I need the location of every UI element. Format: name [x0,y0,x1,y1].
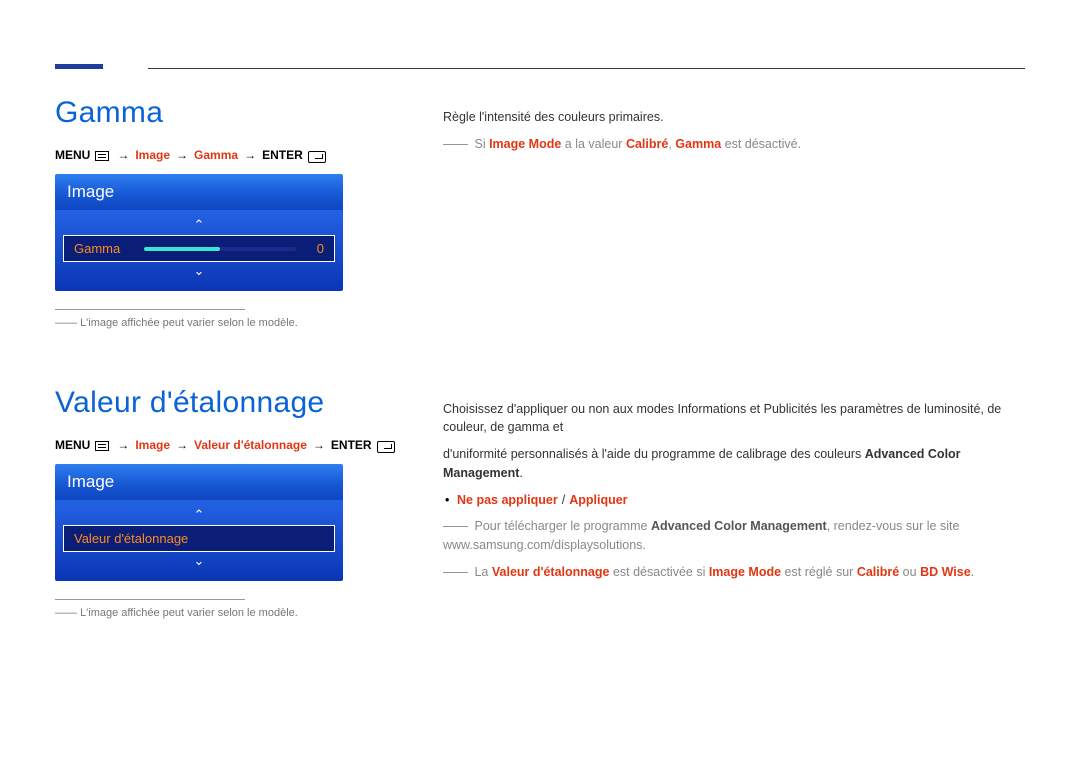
mini-divider [55,599,245,600]
menu-word: MENU [55,438,90,452]
page: Gamma MENU → Image → Gamma → ENTER Image… [0,0,1080,763]
arrow-icon: → [117,438,129,452]
chevron-up-icon[interactable]: ⌃ [63,216,335,235]
menu-icon [95,441,109,451]
apply-options: Ne pas appliquer / Appliquer [443,491,1025,510]
enter-icon [377,441,395,453]
osd-row-label: Valeur d'étalonnage [74,531,188,546]
calibration-right-block: Choisissez d'appliquer ou non aux modes … [443,400,1025,582]
osd-row-gamma[interactable]: Gamma 0 [63,235,335,262]
gamma-description: Règle l'intensité des couleurs primaires… [443,108,1025,127]
image-mode-term: Image Mode [489,137,561,151]
calibre-term: Calibré [857,565,899,579]
calibration-desc-line2: d'uniformité personnalisés à l'aide du p… [443,445,1025,483]
note-dash: ―― [443,519,468,533]
osd-panel-calibration: Image ⌃ Valeur d'étalonnage ⌄ [55,464,343,581]
dis-post: . [971,565,974,579]
path-image: Image [135,148,170,162]
chevron-down-icon[interactable]: ⌄ [63,262,335,281]
note-dash: ―― [443,565,468,579]
accent-bar [55,64,103,69]
menu-path-calibration: MENU → Image → Valeur d'étalonnage → ENT… [55,438,415,452]
note-mid1: a la valeur [561,137,626,151]
option-not-apply: Ne pas appliquer [457,493,558,507]
footnote-text: L'image affichée peut varier selon le mo… [80,317,298,329]
left-column: Gamma MENU → Image → Gamma → ENTER Image… [55,50,415,626]
desc2-pre: d'uniformité personnalisés à l'aide du p… [443,447,865,461]
enter-icon [308,151,326,163]
path-target: Valeur d'étalonnage [194,438,307,452]
note-pre: Si [474,137,489,151]
note-post: est désactivé. [721,137,801,151]
section-title-calibration: Valeur d'étalonnage [55,386,415,420]
menu-icon [95,151,109,161]
enter-word: ENTER [331,438,372,452]
spacer [443,162,1025,400]
dl-url: www.samsung.com/displaysolutions [443,538,642,552]
slider-fill [144,247,220,251]
dis-mid1: est désactivée si [609,565,708,579]
path-target: Gamma [194,148,238,162]
dis-pre: La [474,565,491,579]
gamma-note: ―― Si Image Mode a la valeur Calibré, Ga… [443,135,1025,154]
arrow-icon: → [244,148,256,162]
osd-header: Image [55,174,343,210]
osd-body: ⌃ Valeur d'étalonnage ⌄ [55,500,343,581]
enter-word: ENTER [262,148,303,162]
desc2-post: . [519,466,522,480]
section-title-gamma: Gamma [55,96,415,130]
footnote-dash: ―― [55,317,77,329]
note-dash: ―― [443,137,468,151]
calibration-desc-line1: Choisissez d'appliquer ou non aux modes … [443,400,1025,438]
acm-term: Advanced Color Management [651,519,827,533]
slash: / [562,493,565,507]
image-mode-term: Image Mode [709,565,781,579]
footnote-gamma: ―― L'image affichée peut varier selon le… [55,316,415,331]
mini-divider [55,309,245,310]
menu-word: MENU [55,148,90,162]
footnote-dash: ―― [55,607,77,619]
path-image: Image [135,438,170,452]
footnote-calibration: ―― L'image affichée peut varier selon le… [55,606,415,621]
top-rule [148,68,1025,69]
option-apply: Appliquer [569,493,627,507]
arrow-icon: → [117,148,129,162]
arrow-icon: → [176,438,188,452]
disabled-note: ―― La Valeur d'étalonnage est désactivée… [443,563,1025,582]
right-column: Règle l'intensité des couleurs primaires… [443,50,1025,626]
dl-pre: Pour télécharger le programme [474,519,650,533]
osd-header: Image [55,464,343,500]
chevron-down-icon[interactable]: ⌄ [63,552,335,571]
osd-row-value: 0 [310,241,324,256]
osd-body: ⌃ Gamma 0 ⌄ [55,210,343,291]
footnote-text: L'image affichée peut varier selon le mo… [80,607,298,619]
arrow-icon: → [176,148,188,162]
bdwise-term: BD Wise [920,565,971,579]
osd-row-calibration[interactable]: Valeur d'étalonnage [63,525,335,552]
dis-mid2: est réglé sur [781,565,857,579]
dl-post: . [642,538,645,552]
calibre-term: Calibré [626,137,668,151]
val-term: Valeur d'étalonnage [492,565,610,579]
download-note: ―― Pour télécharger le programme Advance… [443,517,1025,555]
dis-or: ou [899,565,920,579]
chevron-up-icon[interactable]: ⌃ [63,506,335,525]
columns: Gamma MENU → Image → Gamma → ENTER Image… [55,50,1025,626]
gamma-slider[interactable] [144,247,296,251]
menu-path-gamma: MENU → Image → Gamma → ENTER [55,148,415,162]
osd-row-label: Gamma [74,241,120,256]
gamma-term: Gamma [675,137,721,151]
arrow-icon: → [313,438,325,452]
osd-panel-gamma: Image ⌃ Gamma 0 ⌄ [55,174,343,291]
dl-mid: , rendez-vous sur le site [827,519,960,533]
